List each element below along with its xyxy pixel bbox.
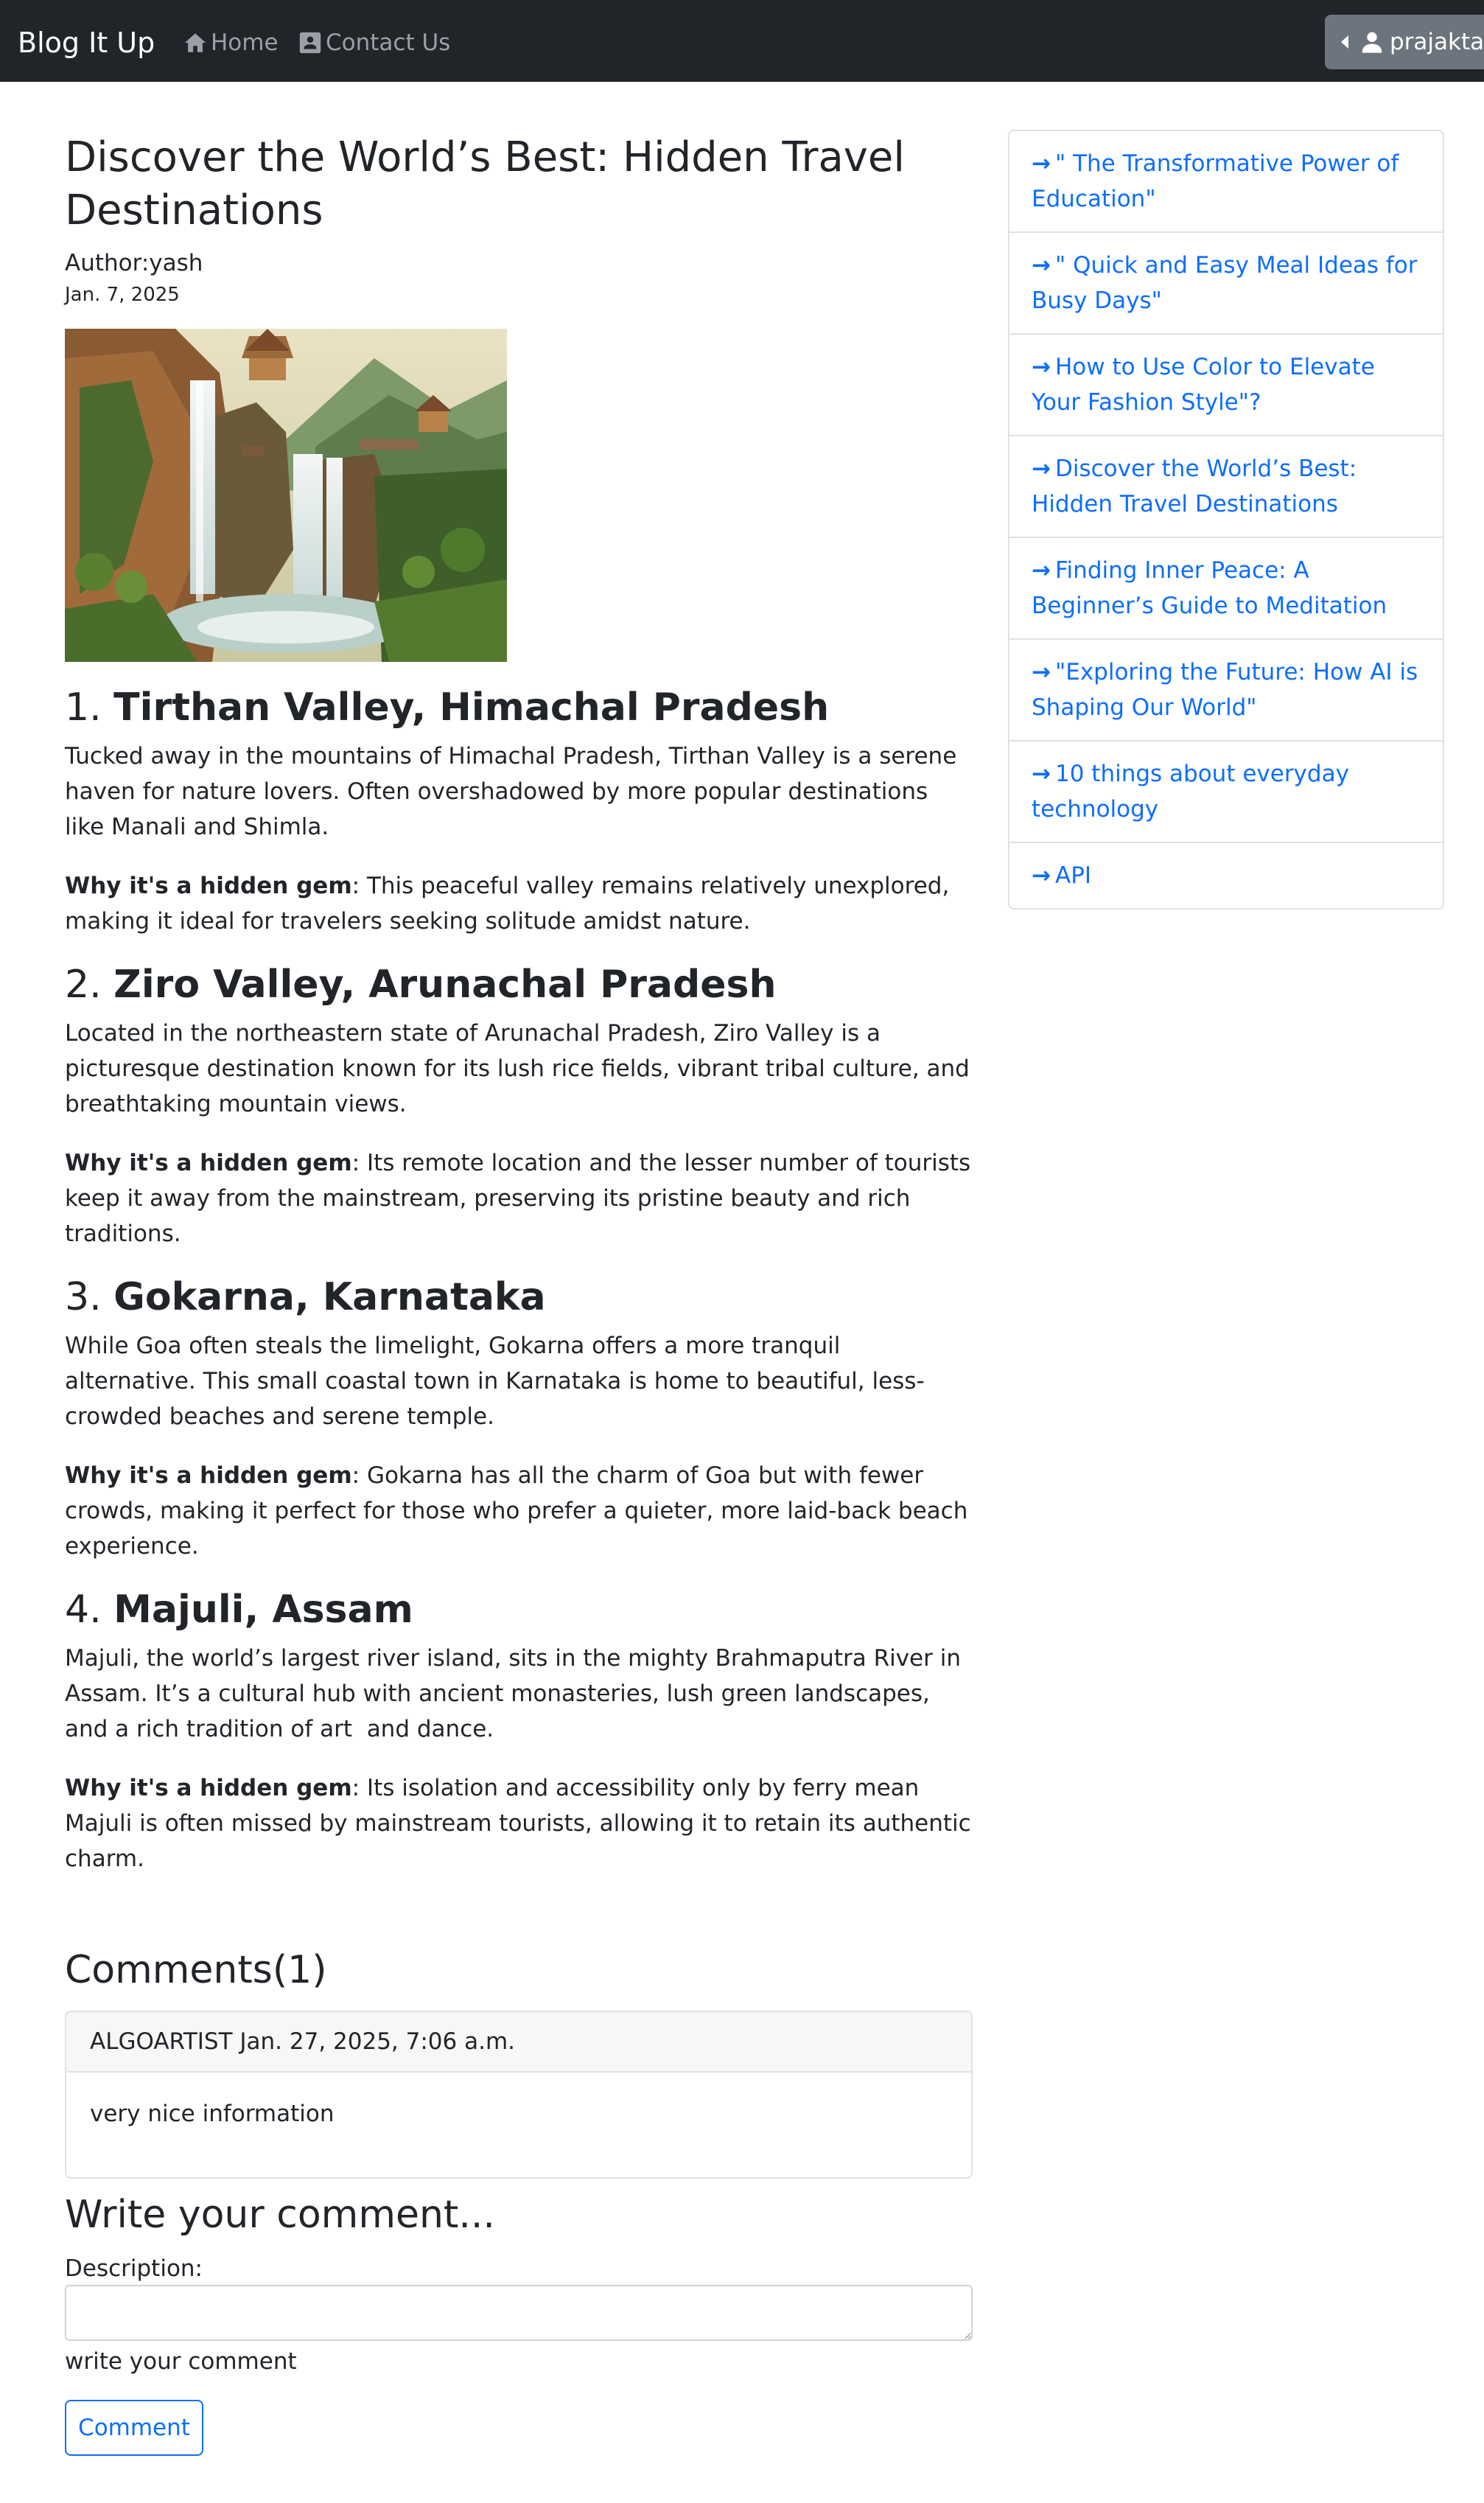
sidebar-item-travel-destinations[interactable]: → Discover the World’s Best: Hidden Trave… — [1009, 436, 1443, 538]
comment-header: ALGOARTIST Jan. 27, 2025, 7:06 a.m. — [66, 2012, 971, 2073]
comment-submit-button[interactable]: Comment — [65, 2400, 203, 2456]
sidebar-item-fashion-color[interactable]: → How to Use Color to Elevate Your Fashio… — [1009, 335, 1443, 436]
hidden-gem-label: Why it's a hidden gem — [65, 1775, 352, 1801]
sidebar-item-label: Finding Inner Peace: A Beginner’s Guide … — [1032, 557, 1387, 619]
sidebar-item-label: " Quick and Easy Meal Ideas for Busy Day… — [1032, 252, 1418, 314]
section-heading-text: Ziro Valley, Arunachal Pradesh — [113, 963, 777, 1007]
section-heading-3: 3. Gokarna, Karnataka — [65, 1272, 973, 1322]
home-icon — [184, 33, 206, 52]
section-body: While Goa often steals the limelight, Go… — [65, 1333, 925, 1430]
section-number: 3. — [65, 1275, 114, 1319]
nav-home-link[interactable]: Home — [183, 25, 279, 60]
sidebar-item-education[interactable]: → " The Transformative Power of Education… — [1009, 131, 1443, 233]
hidden-gem-note: Why it's a hidden gem: Its isolation and… — [65, 1770, 973, 1877]
hero-image-waterfall — [65, 329, 507, 662]
section-heading-1: 1. Tirthan Valley, Himachal Pradesh — [65, 683, 973, 733]
sidebar-item-meditation[interactable]: → Finding Inner Peace: A Beginner’s Guide… — [1009, 538, 1443, 640]
sidebar-item-label: " The Transformative Power of Education" — [1032, 150, 1399, 212]
hidden-gem-label: Why it's a hidden gem — [65, 1150, 352, 1176]
section-body: Majuli, the world’s largest river island… — [65, 1645, 961, 1742]
comment-body: very nice information — [90, 2101, 335, 2127]
sidebar-item-ai-future[interactable]: → "Exploring the Future: How AI is Shapin… — [1009, 640, 1443, 741]
arrow-right-icon: → — [1032, 862, 1051, 889]
section-number: 4. — [65, 1588, 114, 1632]
section-body: Tucked away in the mountains of Himachal… — [65, 743, 957, 840]
sidebar-item-api[interactable]: → API — [1009, 843, 1443, 908]
contact-card-icon — [299, 32, 321, 54]
arrow-right-icon: → — [1032, 761, 1051, 787]
user-name: prajakta — [1390, 29, 1484, 55]
user-dropdown-button[interactable]: prajakta — [1325, 15, 1484, 69]
sidebar-item-label: 10 things about everyday technology — [1032, 761, 1349, 823]
user-icon — [1362, 32, 1382, 53]
arrow-right-icon: → — [1032, 557, 1051, 584]
hidden-gem-note: Why it's a hidden gem: Its remote locati… — [65, 1145, 973, 1252]
section-number: 2. — [65, 963, 114, 1007]
sidebar-item-label: "Exploring the Future: How AI is Shaping… — [1032, 659, 1418, 721]
hidden-gem-label: Why it's a hidden gem — [65, 1462, 352, 1489]
comment-help-text: write your comment — [65, 2348, 297, 2375]
section-number: 1. — [65, 685, 114, 730]
sidebar-item-technology[interactable]: → 10 things about everyday technology — [1009, 741, 1443, 843]
nav-contact-link[interactable]: Contact Us — [298, 25, 450, 60]
section-heading-text: Tirthan Valley, Himachal Pradesh — [113, 685, 830, 730]
sidebar-item-meal-ideas[interactable]: → " Quick and Easy Meal Ideas for Busy Da… — [1009, 233, 1443, 335]
section-heading-2: 2. Ziro Valley, Arunachal Pradesh — [65, 960, 973, 1010]
sidebar-item-label: API — [1054, 862, 1092, 889]
hidden-gem-note: Why it's a hidden gem: This peaceful val… — [65, 868, 973, 939]
section-heading-text: Majuli, Assam — [113, 1588, 413, 1632]
arrow-right-icon: → — [1032, 252, 1051, 279]
post-date: Jan. 7, 2025 — [65, 284, 180, 306]
sidebar-item-label: How to Use Color to Elevate Your Fashion… — [1032, 354, 1375, 416]
arrow-right-icon: → — [1032, 354, 1051, 380]
section-body: Located in the northeastern state of Aru… — [65, 1020, 970, 1117]
comment-description-input[interactable] — [65, 2285, 973, 2341]
section-heading-text: Gokarna, Karnataka — [113, 1275, 546, 1319]
hidden-gem-label: Why it's a hidden gem — [65, 873, 352, 899]
write-comment-title: Write your comment... — [65, 2193, 495, 2237]
hidden-gem-note: Why it's a hidden gem: Gokarna has all t… — [65, 1458, 973, 1564]
post-title: Discover the World’s Best: Hidden Travel… — [65, 133, 905, 234]
arrow-right-icon: → — [1032, 150, 1051, 177]
nav-home-label: Home — [211, 29, 279, 56]
comments-title: Comments(1) — [65, 1948, 327, 1992]
caret-left-icon — [1341, 35, 1348, 49]
article: Discover the World’s Best: Hidden Travel… — [65, 131, 973, 1877]
brand-logo[interactable]: Blog It Up — [18, 22, 155, 63]
navbar: Blog It Up Home Contact Us prajakta — [0, 0, 1484, 82]
sidebar-post-list: → " The Transformative Power of Education… — [1008, 130, 1444, 910]
comment-card: ALGOARTIST Jan. 27, 2025, 7:06 a.m. very… — [65, 2011, 973, 2179]
sidebar-item-label: Discover the World’s Best: Hidden Travel… — [1032, 455, 1357, 517]
arrow-right-icon: → — [1032, 659, 1051, 685]
arrow-right-icon: → — [1032, 455, 1051, 482]
nav-contact-label: Contact Us — [326, 29, 451, 56]
post-author: Author:yash — [65, 250, 203, 276]
section-heading-4: 4. Majuli, Assam — [65, 1585, 973, 1635]
description-label: Description: — [65, 2255, 203, 2282]
